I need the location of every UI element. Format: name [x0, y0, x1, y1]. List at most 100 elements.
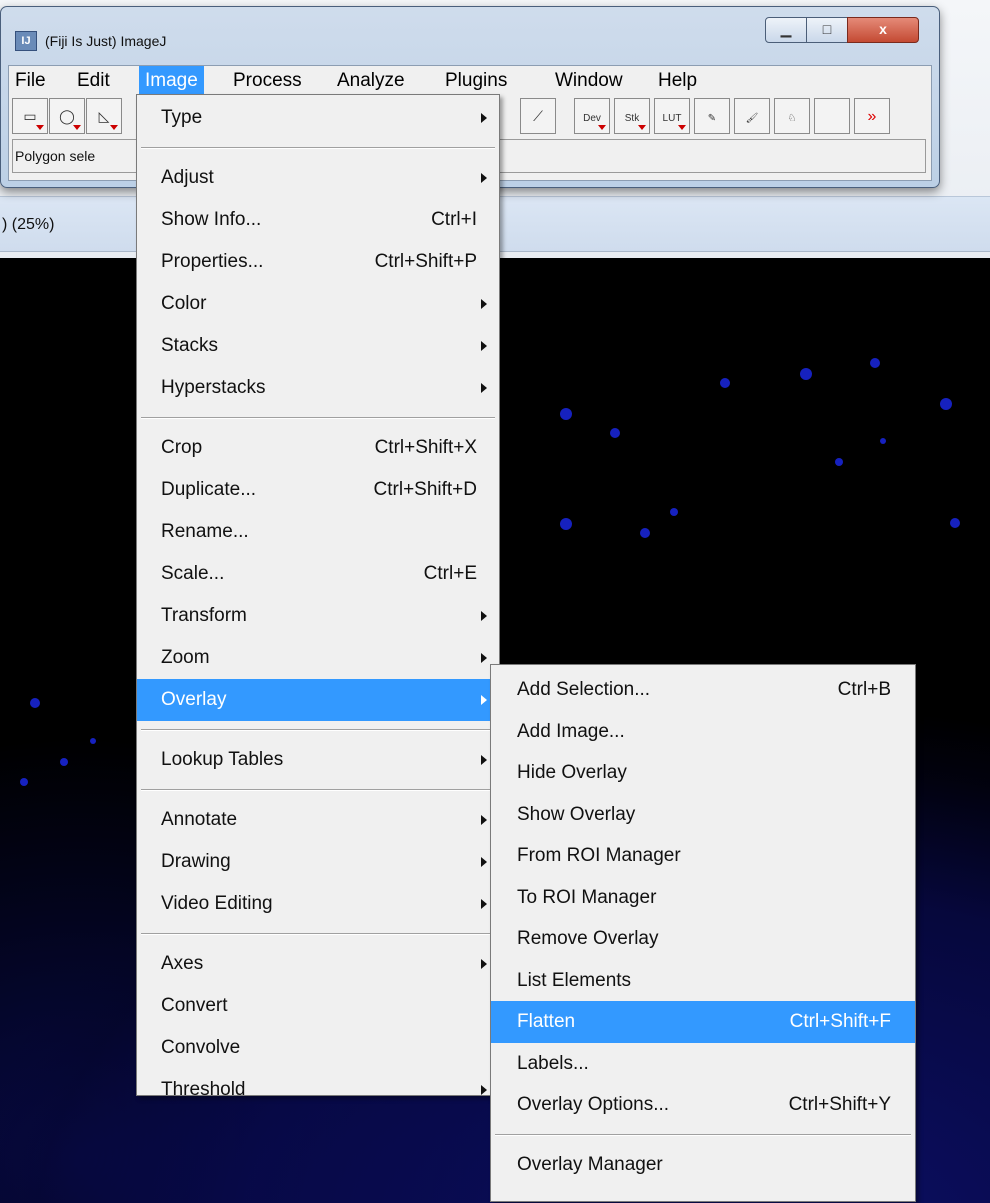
rectangle-tool[interactable]: ▭ — [12, 98, 48, 134]
fluorescent-cell-spot — [870, 358, 880, 368]
fluorescent-cell-spot — [950, 518, 960, 528]
menu-analyze[interactable]: Analyze — [331, 66, 411, 96]
fluorescent-cell-spot — [800, 368, 812, 380]
menu-item-label: List Elements — [517, 969, 632, 991]
fluorescent-cell-spot — [880, 438, 886, 444]
fluorescent-cell-spot — [610, 428, 620, 438]
image-menu-item-properties[interactable]: Properties... Ctrl+Shift+P — [137, 241, 499, 283]
fluorescent-cell-spot — [940, 398, 952, 410]
lut-menu-tool-label: LUT — [662, 113, 682, 124]
menu-item-label: Hyperstacks — [161, 377, 266, 398]
overlay-menu-item-hide-overlay[interactable]: Hide Overlay — [491, 752, 915, 794]
menu-item-label: Lookup Tables — [161, 749, 284, 770]
menu-item-shortcut: Ctrl+Shift+D — [373, 479, 477, 500]
menu-item-label: Add Selection... — [517, 679, 651, 700]
image-menu-item-overlay[interactable]: Overlay — [137, 679, 499, 721]
overlay-submenu: Add Selection... Ctrl+B Add Image... Hide O… — [490, 664, 916, 1202]
overlay-menu-item-list-elements[interactable]: List Elements — [491, 960, 915, 1002]
menu-process[interactable]: Process — [227, 66, 308, 96]
menu-item-shortcut: Ctrl+Shift+X — [374, 437, 477, 458]
menu-help[interactable]: Help — [652, 66, 703, 96]
menu-edit[interactable]: Edit — [71, 66, 116, 96]
overlay-menu-item-labels[interactable]: Labels... — [491, 1043, 915, 1085]
menu-item-label: Threshold — [161, 1079, 246, 1100]
menu-separator — [141, 729, 495, 731]
overlay-menu-item-remove-overlay[interactable]: Remove Overlay — [491, 918, 915, 960]
menu-item-label: From ROI Manager — [517, 845, 681, 866]
pencil-tool[interactable]: ✎ — [694, 98, 730, 134]
title-bar[interactable]: IJ (Fiji Is Just) ImageJ ▁ □ x — [1, 7, 939, 65]
stk-menu-tool[interactable]: Stk — [614, 98, 650, 134]
menu-item-label: Zoom — [161, 647, 210, 668]
image-menu-item-hyperstacks[interactable]: Hyperstacks — [137, 367, 499, 409]
fluorescent-cell-spot — [640, 528, 650, 538]
image-menu-item-axes[interactable]: Axes — [137, 943, 499, 985]
menu-item-label: Hide Overlay — [517, 762, 627, 783]
submenu-arrow-icon — [481, 173, 487, 183]
blank-tool[interactable] — [814, 98, 850, 134]
image-menu-item-convolve[interactable]: Convolve — [137, 1027, 499, 1069]
menu-window[interactable]: Window — [549, 66, 629, 96]
maximize-button[interactable]: □ — [806, 17, 848, 43]
overlay-menu-item-add-image[interactable]: Add Image... — [491, 711, 915, 753]
overlay-menu-item-from-roi-manager[interactable]: From ROI Manager — [491, 835, 915, 877]
image-menu-item-scale[interactable]: Scale... Ctrl+E — [137, 553, 499, 595]
image-menu-item-duplicate[interactable]: Duplicate... Ctrl+Shift+D — [137, 469, 499, 511]
fluorescent-cell-spot — [720, 378, 730, 388]
submenu-arrow-icon — [481, 341, 487, 351]
menu-item-shortcut: Ctrl+Shift+P — [374, 251, 477, 272]
minimize-button[interactable]: ▁ — [765, 17, 807, 43]
overlay-menu-item-show-overlay[interactable]: Show Overlay — [491, 794, 915, 836]
dev-menu-tool[interactable]: Dev — [574, 98, 610, 134]
oval-tool[interactable]: ◯ — [49, 98, 85, 134]
menu-item-label: Drawing — [161, 851, 231, 872]
image-menu-item-crop[interactable]: Crop Ctrl+Shift+X — [137, 427, 499, 469]
more-tools-button[interactable]: » — [854, 98, 890, 134]
overlay-menu-item-overlay-options[interactable]: Overlay Options... Ctrl+Shift+Y — [491, 1084, 915, 1126]
image-menu-item-annotate[interactable]: Annotate — [137, 799, 499, 841]
submenu-arrow-icon — [481, 959, 487, 969]
menu-item-label: Convolve — [161, 1037, 241, 1058]
overlay-menu-item-add-selection[interactable]: Add Selection... Ctrl+B — [491, 669, 915, 711]
menu-separator — [141, 933, 495, 935]
image-menu-item-threshold[interactable]: Threshold — [137, 1069, 499, 1111]
image-menu-item-zoom[interactable]: Zoom — [137, 637, 499, 679]
polygon-tool[interactable]: ◺ — [86, 98, 122, 134]
menu-item-label: Stacks — [161, 335, 219, 356]
menu-item-label: Overlay — [161, 689, 227, 710]
brush-tool[interactable]: 🖌 — [734, 98, 770, 134]
menu-file[interactable]: File — [9, 66, 52, 96]
fluorescent-cell-spot — [90, 738, 96, 744]
image-menu-item-type[interactable]: Type — [137, 97, 499, 139]
image-menu-item-adjust[interactable]: Adjust — [137, 157, 499, 199]
image-menu-item-show-info[interactable]: Show Info... Ctrl+I — [137, 199, 499, 241]
image-menu-item-video-editing[interactable]: Video Editing — [137, 883, 499, 925]
color-picker-tool[interactable]: ⟋ — [520, 98, 556, 134]
image-menu-item-lookup-tables[interactable]: Lookup Tables — [137, 739, 499, 781]
menu-separator — [141, 789, 495, 791]
image-menu-item-transform[interactable]: Transform — [137, 595, 499, 637]
image-menu-item-convert[interactable]: Convert — [137, 985, 499, 1027]
overlay-menu-item-to-roi-manager[interactable]: To ROI Manager — [491, 877, 915, 919]
menu-plugins[interactable]: Plugins — [439, 66, 513, 96]
close-button[interactable]: x — [847, 17, 919, 43]
image-menu-item-drawing[interactable]: Drawing — [137, 841, 499, 883]
lut-menu-tool[interactable]: LUT — [654, 98, 690, 134]
dropdown-triangle-icon — [638, 125, 646, 130]
overlay-menu-item-flatten[interactable]: Flatten Ctrl+Shift+F — [491, 1001, 915, 1043]
menu-item-label: Crop — [161, 437, 203, 458]
fluorescent-cell-spot — [670, 508, 678, 516]
dropdown-triangle-icon — [678, 125, 686, 130]
menu-item-label: Transform — [161, 605, 247, 626]
fluorescent-cell-spot — [20, 778, 28, 786]
image-menu-item-color[interactable]: Color — [137, 283, 499, 325]
submenu-arrow-icon — [481, 815, 487, 825]
flood-fill-tool[interactable]: ♘ — [774, 98, 810, 134]
stk-menu-tool-label: Stk — [624, 113, 640, 124]
image-menu-item-stacks[interactable]: Stacks — [137, 325, 499, 367]
overlay-menu-item-overlay-manager[interactable]: Overlay Manager — [491, 1144, 915, 1186]
image-menu-item-rename[interactable]: Rename... — [137, 511, 499, 553]
menu-separator — [495, 1133, 911, 1136]
menu-item-shortcut: Ctrl+B — [837, 679, 891, 700]
menu-image[interactable]: Image — [139, 66, 204, 96]
